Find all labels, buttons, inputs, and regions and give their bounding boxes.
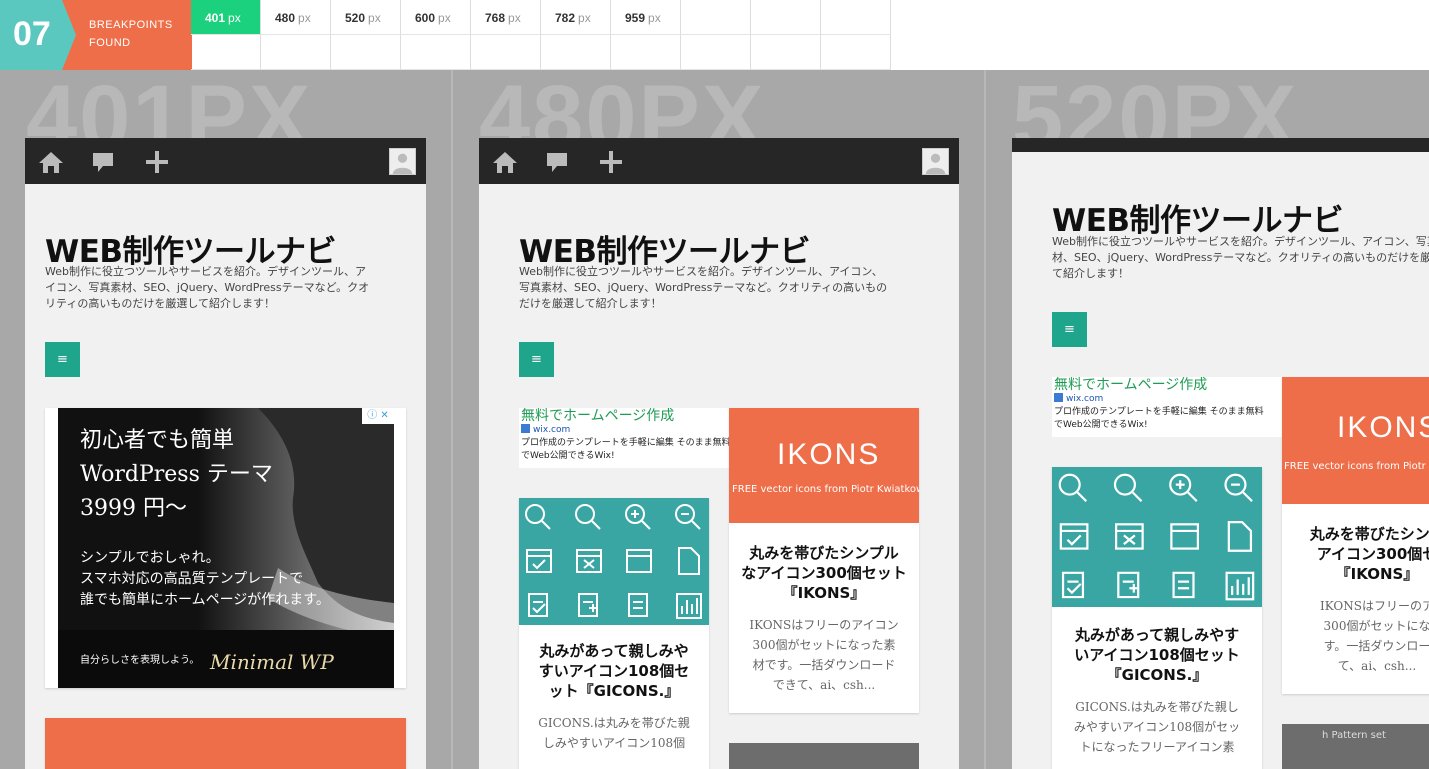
breakpoint-empty-cell [191,35,261,70]
breakpoint-empty-cell [751,0,821,35]
breakpoint-empty-cell [471,35,541,70]
breakpoint-tab-782[interactable]: 782 px [541,0,611,35]
photo-ad[interactable]: 初心者でも簡単 WordPress テーマ 3999 円〜 シンプルでおしゃれ。 スマ… [58,408,394,688]
ad-tagline: 自分らしさを表現しよう。 [80,655,200,666]
menu-toggle-button[interactable]: ≡ [45,342,80,377]
ikons-logo-text: IKONS [777,438,881,471]
home-icon[interactable] [491,148,519,176]
ad-body-line: プロ作成のテンプレートを手軽に編集 そのまま無料 [521,438,729,448]
ad-card: 初心者でも簡単 WordPress テーマ 3999 円〜 シンプルでおしゃれ。 スマ… [45,408,406,688]
post-title[interactable]: 丸みがあって親しみやすいアイコン108個セット『GICONS.』 [519,641,709,701]
text-ad[interactable]: 無料でホームページ作成 wix.com プロ作成のテンプレートを手軽に編集 その… [1052,377,1282,437]
found-label-line1: BREAKPOINTS [89,19,173,31]
ikons-post-card-peek[interactable] [45,718,406,769]
text-ad[interactable]: 無料でホームページ作成 wix.com プロ作成のテンプレートを手軽に編集 その… [519,408,729,468]
ad-url[interactable]: wix.com [519,424,729,437]
breakpoint-empty-cell [681,0,751,35]
breakpoint-empty-cell [821,35,891,70]
site-description: Web制作に役立つツールやサービスを紹介。デザインツール、アイコン、写真素材、S… [1052,235,1429,280]
breakpoint-tab-600[interactable]: 600 px [401,0,471,35]
avatar[interactable] [389,148,416,175]
post-title[interactable]: 丸みがあって親しみやすいアイコン108個セット『GICONS.』 [1052,625,1262,685]
breakpoint-count: 07 [13,15,51,53]
breakpoint-count-badge: 07 [0,0,76,70]
ikons-subtitle: FREE vector icons from Piotr Kwiatkowski [1284,461,1429,472]
site-navbar [25,138,426,184]
ad-favicon-icon [521,424,530,433]
site-description: Web制作に役立つツールやサービスを紹介。デザインツール、アイコン、写真素材、S… [519,265,888,310]
gicons-card-body: 丸みがあって親しみやすいアイコン108個セット『GICONS.』 GICONS.… [519,625,709,753]
comment-icon[interactable] [543,148,571,176]
ad-body-line: プロ作成のテンプレートを手軽に編集 そのまま無料 [1054,407,1264,417]
plus-icon[interactable] [143,148,171,176]
post-card-ikons[interactable]: IKONS FREE vector icons from Piotr Kwiat… [729,408,919,713]
post-title[interactable]: 丸みを帯びたシンプル なアイコン300個セット 『IKONS』 [729,543,919,603]
site-description: Web制作に役立つツールやサービスを紹介。デザインツール、アイコン、写真素材、S… [45,265,370,310]
breakpoint-tab-520[interactable]: 520 px [331,0,401,35]
breakpoint-empty-cell [751,35,821,70]
post-excerpt: GICONS.は丸みを帯びた親 しみやすいアイコン108個 [538,716,690,750]
device-frame-480[interactable]: WEB制作ツールナビ Web制作に役立つツールやサービスを紹介。デザインツール、… [479,138,959,769]
gicons-card-body: 丸みがあって親しみやすいアイコン108個セット『GICONS.』 GICONS.… [1052,607,1262,757]
breakpoint-empty-cell [821,0,891,35]
breakpoint-tab-768[interactable]: 768 px [471,0,541,35]
breakpoint-tab-401[interactable]: 401 px [191,0,261,35]
breakpoints-found-label: BREAKPOINTS FOUND [62,0,192,70]
ikons-card-body: 丸みを帯びたシンプアイコン300個セ『IKONS』 IKONSはフリーのア300… [1282,504,1429,676]
ad-heading: 初心者でも簡単 WordPress テーマ 3999 円〜 [80,428,273,521]
menu-toggle-button[interactable]: ≡ [519,342,554,377]
adchoices-icon[interactable]: ⓘ ✕ [362,408,394,424]
ad-headline[interactable]: 無料でホームページ作成 [519,408,729,424]
breakpoint-toolbar: 07 BREAKPOINTS FOUND 401 px 480 px 520 px 6… [0,0,1429,70]
breakpoint-grid: 401 px 480 px 520 px 600 px 768 px 782 px 959 p… [191,0,891,70]
post-card-pattern-peek[interactable]: h Pattern set [1282,724,1429,769]
gicons-icon-grid [1058,473,1255,601]
ikons-thumbnail[interactable]: IKONS FREE vector icons from Piotr Kwiat… [729,408,919,523]
breakpoint-empty-cell [681,35,751,70]
site-navbar [1012,138,1429,152]
pattern-label: h Pattern set [1322,730,1386,741]
ad-favicon-icon [1054,393,1063,402]
device-frame-401[interactable]: WEB制作ツールナビ Web制作に役立つツールやサービスを紹介。デザインツール、… [25,138,426,769]
gicons-thumbnail[interactable] [519,498,709,625]
comment-icon[interactable] [89,148,117,176]
ad-brand-logo: Minimal WP [210,650,334,674]
post-card-gicons[interactable]: 丸みがあって親しみやすいアイコン108個セット『GICONS.』 GICONS.… [519,498,709,769]
plus-icon[interactable] [597,148,625,176]
ad-subtext: シンプルでおしゃれ。 スマホ対応の高品質テンプレートで 誰でも簡単にホームページが作… [80,550,330,608]
breakpoint-tab-959[interactable]: 959 px [611,0,681,35]
found-label-line2: FOUND [89,37,131,49]
ikons-thumbnail[interactable]: IKONS FREE vector icons from Piotr Kwiat… [1282,377,1429,504]
ad-body-line: でWeb公開できるWix! [1054,420,1148,430]
ikons-logo-text: IKONS [1337,411,1429,444]
breakpoint-empty-cell [541,35,611,70]
post-excerpt: IKONSはフリーのア 300個がセットにな す。一括ダウンロー て、ai、csh..… [1320,599,1429,673]
preview-column-401: 401PX WEB制作ツールナビ Web制作に役立つツールやサービスを紹介。デザ… [0,70,451,769]
ikons-subtitle: FREE vector icons from Piotr Kwiatkowski [732,484,919,495]
post-excerpt: GICONS.は丸みを帯びた親し みやすいアイコン108個がセッ トになったフリーア… [1073,700,1241,754]
breakpoint-empty-cell [331,35,401,70]
device-frame-520[interactable]: WEB制作ツールナビ Web制作に役立つツールやサービスを紹介。デザインツール、… [1012,138,1429,769]
breakpoint-tab-480[interactable]: 480 px [261,0,331,35]
post-title[interactable]: 丸みを帯びたシンプアイコン300個セ『IKONS』 [1282,524,1429,584]
site-navbar [479,138,959,184]
post-card-pattern-peek[interactable] [729,743,919,769]
ikons-card-body: 丸みを帯びたシンプル なアイコン300個セット 『IKONS』 IKONSはフリーの… [729,523,919,695]
home-icon[interactable] [37,148,65,176]
post-card-ikons[interactable]: IKONS FREE vector icons from Piotr Kwiat… [1282,377,1429,694]
ad-url[interactable]: wix.com [1052,393,1282,406]
breakpoint-empty-cell [261,35,331,70]
breakpoint-empty-cell [401,35,471,70]
breakpoint-empty-cell [611,35,681,70]
preview-column-480: 480PX WEB制作ツールナビ Web制作に役立つツールやサービスを紹介。デザ… [453,70,984,769]
ad-body-line: でWeb公開できるWix! [521,451,615,461]
ad-headline[interactable]: 無料でホームページ作成 [1052,377,1282,393]
menu-toggle-button[interactable]: ≡ [1052,312,1087,347]
gicons-icon-grid [525,504,702,619]
post-card-gicons[interactable]: 丸みがあって親しみやすいアイコン108個セット『GICONS.』 GICONS.… [1052,467,1262,769]
avatar[interactable] [922,148,949,175]
post-excerpt: IKONSはフリーのアイコン 300個がセットになった素 材です。一括ダウンロードで… [749,618,899,692]
preview-column-520: 520PX WEB制作ツールナビ Web制作に役立つツールやサービスを紹介。デザ… [986,70,1429,769]
gicons-thumbnail[interactable] [1052,467,1262,607]
